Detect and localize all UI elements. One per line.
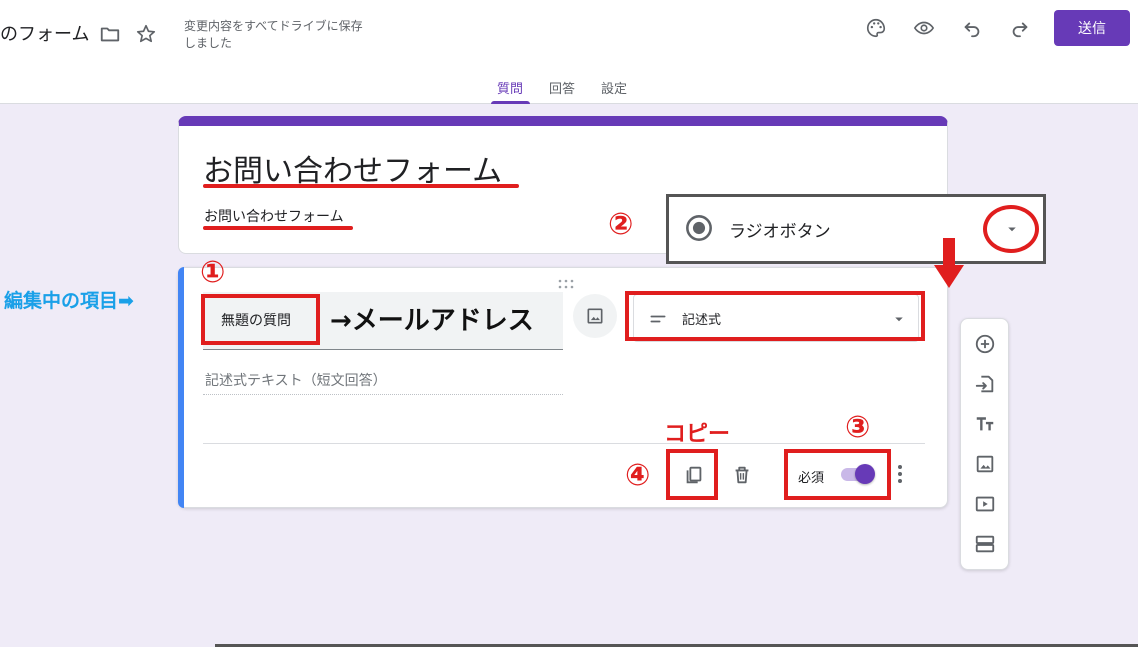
floating-toolbar [960,318,1009,570]
tab-bar: 質問 回答 設定 [0,70,1138,104]
drag-handle-icon[interactable] [557,274,575,289]
annotation-box-question-type [625,291,925,341]
palette-icon[interactable] [864,16,888,40]
annotation-number-4: ④ [625,458,651,493]
more-vert-icon [898,465,902,483]
add-title-icon[interactable] [973,412,997,436]
add-section-icon[interactable] [973,532,997,556]
form-description[interactable]: お問い合わせフォーム [204,206,344,226]
dropdown-arrow-icon [1008,227,1016,232]
answer-underline [203,394,563,395]
folder-icon[interactable] [98,22,122,46]
image-icon [587,308,603,324]
active-tab-indicator [491,101,530,104]
annotation-number-3: ③ [845,410,871,445]
send-button[interactable]: 送信 [1054,10,1130,46]
annotation-copy-text: コピー [664,422,731,447]
tab-responses[interactable]: 回答 [549,78,575,104]
annotation-number-1: ① [200,255,226,290]
radio-button-callout: ラジオボタン [666,194,1046,264]
add-image-button[interactable] [573,294,617,338]
annotation-box-required [784,449,891,500]
annotation-down-arrow [932,238,966,290]
add-image-icon[interactable] [973,452,997,476]
trash-icon [735,466,749,484]
undo-icon[interactable] [960,16,984,40]
radio-option-label: ラジオボタン [729,222,831,242]
annotation-email-text: →メールアドレス [330,306,534,336]
annotation-number-2: ② [608,207,634,242]
annotation-editing-item: 編集中の項目➡ [4,290,134,312]
more-options-button[interactable] [893,460,907,488]
annotation-box-question-title [201,294,320,345]
active-question-indicator [178,267,184,508]
add-question-icon[interactable] [973,332,997,356]
annotation-underline [203,226,353,230]
import-questions-icon[interactable] [973,372,997,396]
document-title[interactable]: のフォーム [0,20,89,46]
preview-eye-icon[interactable] [912,16,936,40]
top-bar: のフォーム 変更内容をすべてドライブに保存しました 送信 質問 回答 設定 [0,0,1138,104]
save-status: 変更内容をすべてドライブに保存しました [184,19,363,50]
annotation-underline [203,184,519,188]
delete-button[interactable] [725,458,759,492]
answer-placeholder: 記述式テキスト（短文回答） [205,373,387,389]
annotation-box-copy [666,449,718,500]
star-icon[interactable] [134,22,158,46]
redo-icon[interactable] [1008,16,1032,40]
add-video-icon[interactable] [973,492,997,516]
footer-divider [203,443,925,444]
tab-settings[interactable]: 設定 [601,78,627,104]
radio-button-icon [686,215,712,241]
